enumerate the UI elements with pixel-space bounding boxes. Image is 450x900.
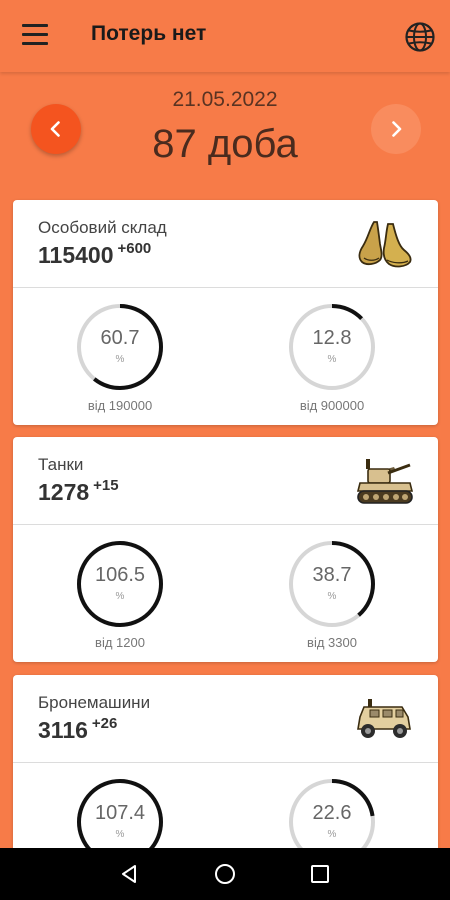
card-label: Танки <box>38 455 84 474</box>
progress-ring: 12.8 % <box>287 302 377 392</box>
app-bar: Потерь нет <box>0 0 450 72</box>
gauge-percent-unit: % <box>327 354 337 365</box>
card-divider <box>13 762 438 763</box>
progress-ring: 38.7 % <box>287 539 377 629</box>
gauge-reference: від 1200 <box>95 635 145 650</box>
gauge-percent-unit: % <box>115 354 125 365</box>
card-delta: +600 <box>117 240 152 257</box>
previous-day-button[interactable] <box>31 104 81 154</box>
card-divider <box>13 287 438 288</box>
home-circle-icon[interactable] <box>213 862 237 886</box>
progress-ring: 106.5 % <box>75 539 165 629</box>
card-value: 3116 +26 <box>38 715 118 743</box>
system-navigation-bar <box>0 848 450 900</box>
back-triangle-icon[interactable] <box>117 862 141 886</box>
chevron-right-icon <box>392 121 402 137</box>
gauge-percent-value: 38.7 <box>312 564 352 586</box>
gauge-percent-value: 22.6 <box>312 802 352 824</box>
card-label: Особовий склад <box>38 218 167 237</box>
gauge-reference: від 190000 <box>87 398 153 413</box>
gauge-percent-unit: % <box>115 829 125 840</box>
stat-card-personnel[interactable]: Особовий склад 115400 +600 60.7 % від 190… <box>13 200 438 425</box>
card-delta: +15 <box>93 477 119 494</box>
card-value: 1278 +15 <box>38 477 119 505</box>
progress-ring: 60.7 % <box>75 302 165 392</box>
gauge-percent-value: 107.4 <box>94 802 146 824</box>
card-label: Бронемашини <box>38 693 151 712</box>
card-divider <box>13 524 438 525</box>
chevron-left-icon <box>50 121 60 137</box>
card-value: 115400 +600 <box>38 240 152 268</box>
tank-icon <box>356 459 414 504</box>
gauge-percent-value: 12.8 <box>312 327 352 349</box>
gauge-reference: від 900000 <box>299 398 365 413</box>
recents-square-icon[interactable] <box>308 862 332 886</box>
app-title: Потерь нет <box>91 22 207 45</box>
gauge-percent-value: 60.7 <box>100 327 140 349</box>
hamburger-menu-icon[interactable] <box>22 24 48 48</box>
gauge-percent-unit: % <box>327 829 337 840</box>
gauge-percent-unit: % <box>115 591 125 602</box>
armored-vehicle-icon <box>357 699 411 738</box>
gauge-percent-unit: % <box>327 591 337 602</box>
next-day-button[interactable] <box>371 104 421 154</box>
gauge-percent-value: 106.5 <box>94 564 146 586</box>
card-delta: +26 <box>91 715 118 732</box>
boots-icon <box>358 221 412 268</box>
gauge-reference: від 3300 <box>307 635 357 650</box>
stat-card-tanks[interactable]: Танки 1278 +15 106.5 % від 1200 38.7 % ві… <box>13 437 438 662</box>
globe-icon[interactable] <box>404 21 436 53</box>
